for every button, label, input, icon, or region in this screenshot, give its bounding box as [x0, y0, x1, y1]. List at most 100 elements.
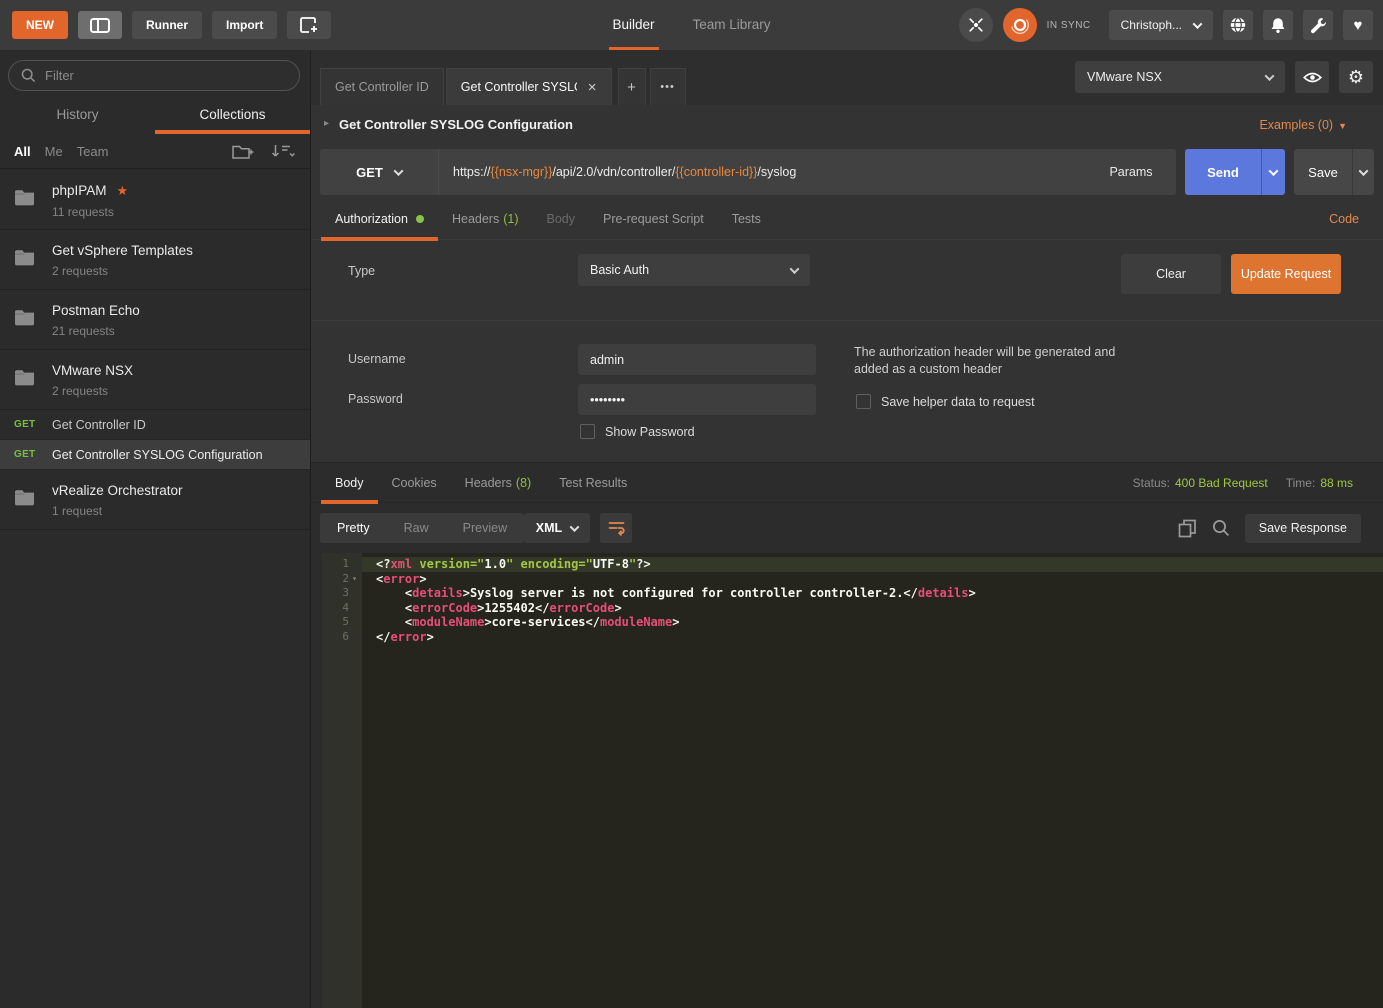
collapse-caret-icon[interactable]: ▸ [324, 118, 329, 129]
tab-builder[interactable]: Builder [608, 0, 658, 50]
auth-helper-note: The authorization header will be generat… [854, 344, 1119, 378]
method-select[interactable]: GET [320, 149, 438, 195]
examples-dropdown[interactable]: Examples (0)▼ [1259, 118, 1347, 132]
chevron-down-icon [570, 522, 580, 532]
response-code[interactable]: <?xml version="1.0" encoding="UTF-8"?><e… [362, 553, 1383, 1008]
response-tab-body[interactable]: Body [321, 463, 378, 503]
collection-name: VMware NSX [52, 363, 298, 378]
runner-button[interactable]: Runner [132, 11, 202, 39]
url-text: /syslog [757, 165, 796, 179]
password-field[interactable] [578, 384, 816, 415]
response-tab-cookies[interactable]: Cookies [378, 463, 451, 503]
request-tab-headers[interactable]: Headers(1) [438, 198, 533, 240]
gear-icon: ⚙ [1348, 68, 1364, 86]
save-button-group: Save [1294, 149, 1374, 195]
collection-postman-echo[interactable]: Postman Echo21 requests [0, 290, 310, 350]
close-tab-icon[interactable]: × [588, 80, 597, 95]
url-template-variable: {{controller-id}} [675, 165, 757, 179]
request-title-row: ▸ Get Controller SYSLOG Configuration Ex… [311, 105, 1383, 145]
username-field[interactable] [578, 344, 816, 375]
code-line: <details>Syslog server is not configured… [362, 586, 1383, 601]
response-panel: BodyCookiesHeaders(8)Test Results Status… [311, 462, 1383, 1008]
tab-history[interactable]: History [0, 95, 155, 134]
response-tab-test-results[interactable]: Test Results [545, 463, 641, 503]
import-button[interactable]: Import [212, 11, 277, 39]
save-helper-checkbox[interactable] [856, 394, 871, 409]
view-mode-pretty[interactable]: Pretty [320, 513, 387, 543]
wrap-text-button[interactable] [600, 513, 632, 543]
collection-vmware-nsx[interactable]: VMware NSX2 requests [0, 350, 310, 410]
sort-icon[interactable] [270, 143, 296, 159]
favorites-button[interactable]: ♥ [1343, 10, 1373, 40]
request-tab-authorization[interactable]: Authorization [321, 198, 438, 240]
more-tabs-button[interactable]: ••• [650, 68, 686, 105]
fold-caret-icon[interactable]: ▾ [349, 572, 360, 587]
request-get-controller-syslog-configuration[interactable]: GETGet Controller SYSLOG Configuration [0, 440, 310, 470]
environment-preview-button[interactable] [1295, 61, 1329, 93]
settings-wrench-button[interactable] [1303, 10, 1333, 40]
collection-vrealize-orchestrator[interactable]: vRealize Orchestrator1 request [0, 470, 310, 530]
new-window-icon [300, 17, 319, 33]
environment-select[interactable]: VMware NSX [1075, 61, 1285, 93]
url-text: /api/2.0/vdn/controller/ [552, 165, 675, 179]
user-menu[interactable]: Christoph... [1109, 10, 1213, 40]
browse-button[interactable] [1223, 10, 1253, 40]
tab-team-library[interactable]: Team Library [689, 0, 775, 50]
star-icon: ★ [117, 183, 129, 198]
save-options-caret[interactable] [1352, 149, 1374, 195]
scope-all[interactable]: All [14, 144, 31, 159]
url-input[interactable]: https://{{nsx-mgr}}/api/2.0/vdn/controll… [438, 149, 1086, 195]
update-request-button[interactable]: Update Request [1231, 254, 1341, 294]
send-button[interactable]: Send [1185, 149, 1261, 195]
request-get-controller-id[interactable]: GETGet Controller ID [0, 410, 310, 440]
line-number-gutter: 12▾3456 [322, 553, 362, 1008]
authorization-panel: Type Basic Auth Clear Update Request Use… [311, 240, 1383, 462]
request-tab-tests[interactable]: Tests [718, 198, 775, 240]
new-button[interactable]: NEW [12, 11, 68, 39]
proxy-capture-button[interactable] [959, 8, 993, 42]
line-number: 3 [322, 586, 362, 601]
environment-settings-button[interactable]: ⚙ [1339, 61, 1373, 93]
sync-status-button[interactable] [1003, 8, 1037, 42]
tab-collections[interactable]: Collections [155, 95, 310, 134]
auth-type-select[interactable]: Basic Auth [578, 254, 810, 286]
collection-phpipam[interactable]: phpIPAM★11 requests [0, 170, 310, 230]
scope-me[interactable]: Me [45, 144, 63, 159]
code-line: </error> [362, 630, 1383, 645]
heart-icon: ♥ [1354, 17, 1363, 34]
view-mode-preview[interactable]: Preview [446, 513, 524, 543]
copy-icon[interactable] [1178, 519, 1197, 538]
collection-name: Postman Echo [52, 303, 298, 318]
save-response-button[interactable]: Save Response [1245, 514, 1361, 543]
auth-type-value: Basic Auth [590, 263, 649, 277]
filter-input[interactable] [45, 68, 287, 83]
workspace-tab-get-controller-id[interactable]: Get Controller ID [320, 68, 444, 105]
notifications-button[interactable] [1263, 10, 1293, 40]
password-label: Password [348, 392, 403, 406]
response-tab-headers[interactable]: Headers(8) [451, 463, 546, 503]
send-options-caret[interactable] [1261, 149, 1285, 195]
collection-get-vsphere-templates[interactable]: Get vSphere Templates2 requests [0, 230, 310, 290]
add-folder-icon[interactable] [232, 143, 254, 160]
search-response-icon[interactable] [1212, 519, 1230, 537]
format-select[interactable]: XML [524, 513, 590, 543]
code-line: <?xml version="1.0" encoding="UTF-8"?> [362, 557, 1383, 572]
add-tab-button[interactable]: + [618, 68, 646, 105]
auth-configured-dot [416, 215, 424, 223]
generate-code-link[interactable]: Code [1329, 198, 1359, 240]
params-button[interactable]: Params [1086, 149, 1176, 195]
show-password-checkbox[interactable] [580, 424, 595, 439]
new-window-button[interactable] [287, 11, 331, 39]
scope-team[interactable]: Team [77, 144, 109, 159]
show-password-row: Show Password [580, 424, 695, 439]
workspace-tabs: Get Controller IDGet Controller SYSLOG C… [320, 68, 686, 105]
sidebar-toggle-button[interactable] [78, 11, 122, 39]
tab-label: Body [335, 476, 364, 490]
response-toolbar: PrettyRawPreview XML [311, 503, 1383, 553]
save-button[interactable]: Save [1294, 149, 1352, 195]
request-tab-body[interactable]: Body [533, 198, 590, 240]
clear-button[interactable]: Clear [1121, 254, 1221, 294]
view-mode-raw[interactable]: Raw [387, 513, 446, 543]
request-tab-pre-request-script[interactable]: Pre-request Script [589, 198, 718, 240]
workspace-tab-get-controller-syslog-configuration[interactable]: Get Controller SYSLOG Configuration× [446, 68, 612, 105]
